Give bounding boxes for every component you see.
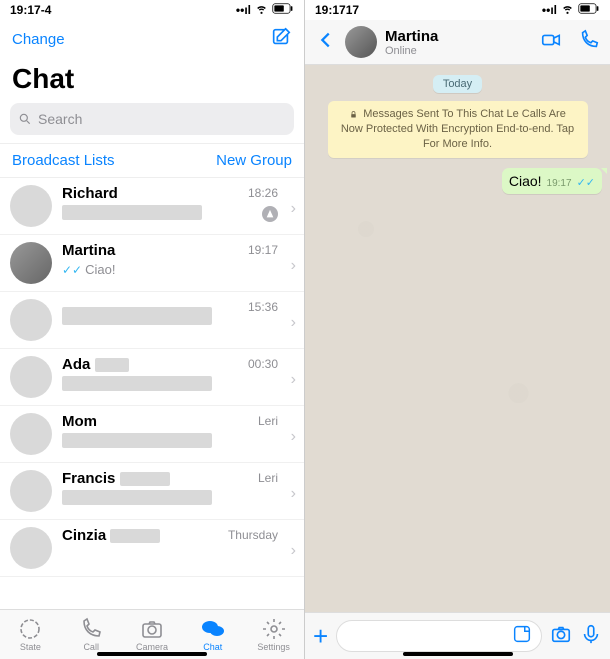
phone-icon bbox=[79, 617, 103, 641]
compose-icon[interactable] bbox=[270, 26, 292, 53]
message-input[interactable] bbox=[336, 620, 542, 652]
tab-settings[interactable]: Settings bbox=[243, 610, 304, 659]
chat-preview: ✓✓ Ciao! bbox=[62, 262, 294, 277]
search-wrap: Search bbox=[0, 103, 304, 143]
search-icon bbox=[18, 112, 32, 126]
broadcast-lists-link[interactable]: Broadcast Lists bbox=[12, 152, 115, 169]
chat-row-martina[interactable]: Martina ✓✓ Ciao! 19:17 › bbox=[0, 235, 304, 292]
header: Change bbox=[0, 20, 304, 59]
avatar bbox=[10, 470, 52, 512]
search-input[interactable]: Search bbox=[10, 103, 294, 135]
wifi-icon bbox=[561, 2, 574, 18]
conversation-header: 19:1717 ••ıl Martina Online bbox=[305, 0, 610, 65]
status-bar: 19:17-4 ••ıl bbox=[0, 0, 304, 20]
edit-link[interactable]: Change bbox=[12, 31, 65, 48]
chat-preview-redacted bbox=[62, 490, 212, 505]
muted-icon bbox=[262, 206, 278, 222]
home-indicator bbox=[403, 652, 513, 656]
message-text: Ciao! bbox=[509, 173, 542, 189]
wifi-icon bbox=[255, 2, 268, 18]
search-placeholder: Search bbox=[38, 111, 82, 127]
chat-preview-redacted bbox=[62, 376, 212, 391]
battery-icon bbox=[272, 3, 294, 17]
chevron-right-icon: › bbox=[291, 485, 296, 503]
lock-icon bbox=[349, 110, 358, 119]
chat-row-ada[interactable]: Ada 00:30 › bbox=[0, 349, 304, 406]
chat-time: 15:36 bbox=[248, 300, 278, 314]
read-ticks-icon: ✓✓ bbox=[577, 176, 595, 189]
contact-avatar[interactable] bbox=[345, 26, 377, 58]
message-time: 19:17 bbox=[547, 178, 572, 189]
chat-list-screen: 19:17-4 ••ıl Change Chat Search Broadcas… bbox=[0, 0, 305, 659]
battery-icon bbox=[578, 3, 600, 17]
chat-icon bbox=[201, 617, 225, 641]
chevron-right-icon: › bbox=[291, 314, 296, 332]
chat-time: 18:26 bbox=[248, 186, 278, 200]
chat-time: 19:17 bbox=[248, 243, 278, 257]
conversation-screen: 19:1717 ••ıl Martina Online bbox=[305, 0, 610, 659]
contact-name: Martina bbox=[385, 28, 532, 45]
chevron-right-icon: › bbox=[291, 257, 296, 275]
avatar bbox=[10, 413, 52, 455]
back-button[interactable] bbox=[315, 29, 337, 56]
chat-body: Today Messages Sent To This Chat Le Call… bbox=[305, 65, 610, 612]
avatar bbox=[10, 299, 52, 341]
date-separator: Today bbox=[433, 75, 482, 93]
chevron-right-icon: › bbox=[291, 428, 296, 446]
page-title: Chat bbox=[0, 59, 304, 103]
new-group-link[interactable]: New Group bbox=[216, 152, 292, 169]
chat-name-redacted bbox=[62, 307, 212, 325]
signal-icon: ••ıl bbox=[236, 3, 251, 17]
chat-preview-redacted bbox=[62, 433, 212, 448]
chat-row-francis[interactable]: Francis Leri › bbox=[0, 463, 304, 520]
voice-call-button[interactable] bbox=[578, 29, 600, 56]
video-call-button[interactable] bbox=[540, 29, 562, 56]
attach-button[interactable]: + bbox=[313, 623, 328, 649]
microphone-button[interactable] bbox=[580, 623, 602, 650]
contact-info[interactable]: Martina Online bbox=[385, 28, 532, 57]
status-icons: ••ıl bbox=[236, 2, 294, 18]
read-ticks-icon: ✓✓ bbox=[62, 263, 82, 277]
home-indicator bbox=[97, 652, 207, 656]
avatar bbox=[10, 527, 52, 569]
chat-preview-redacted bbox=[62, 205, 202, 220]
chat-time: Leri bbox=[258, 414, 278, 428]
status-icon bbox=[18, 617, 42, 641]
status-bar: 19:1717 ••ıl bbox=[305, 0, 610, 20]
encryption-notice[interactable]: Messages Sent To This Chat Le Calls Are … bbox=[328, 101, 588, 158]
chat-list: Richard 18:26 › Martina ✓✓ Ciao! 19:17 › bbox=[0, 178, 304, 609]
avatar bbox=[10, 185, 52, 227]
signal-icon: ••ıl bbox=[542, 3, 557, 17]
chat-time: Thursday bbox=[228, 528, 278, 542]
message-outgoing[interactable]: Ciao! 19:17 ✓✓ bbox=[502, 168, 602, 194]
status-icons: ••ıl bbox=[542, 2, 600, 18]
chat-row-richard[interactable]: Richard 18:26 › bbox=[0, 178, 304, 235]
chevron-right-icon: › bbox=[291, 200, 296, 218]
chat-time: Leri bbox=[258, 471, 278, 485]
chat-row-cinzia[interactable]: Cinzia Thursday › bbox=[0, 520, 304, 577]
chevron-right-icon: › bbox=[291, 542, 296, 560]
contact-status: Online bbox=[385, 45, 532, 57]
status-time: 19:17-4 bbox=[10, 3, 51, 17]
chat-row-mom[interactable]: Mom Leri › bbox=[0, 406, 304, 463]
status-time: 19:1717 bbox=[315, 3, 359, 17]
chat-row[interactable]: 15:36 › bbox=[0, 292, 304, 349]
camera-icon bbox=[140, 617, 164, 641]
avatar bbox=[10, 242, 52, 284]
sticker-icon[interactable] bbox=[511, 623, 533, 650]
tab-state[interactable]: State bbox=[0, 610, 61, 659]
list-actions: Broadcast Lists New Group bbox=[0, 143, 304, 178]
chevron-right-icon: › bbox=[291, 371, 296, 389]
gear-icon bbox=[262, 617, 286, 641]
chat-time: 00:30 bbox=[248, 357, 278, 371]
camera-button[interactable] bbox=[550, 623, 572, 650]
avatar bbox=[10, 356, 52, 398]
